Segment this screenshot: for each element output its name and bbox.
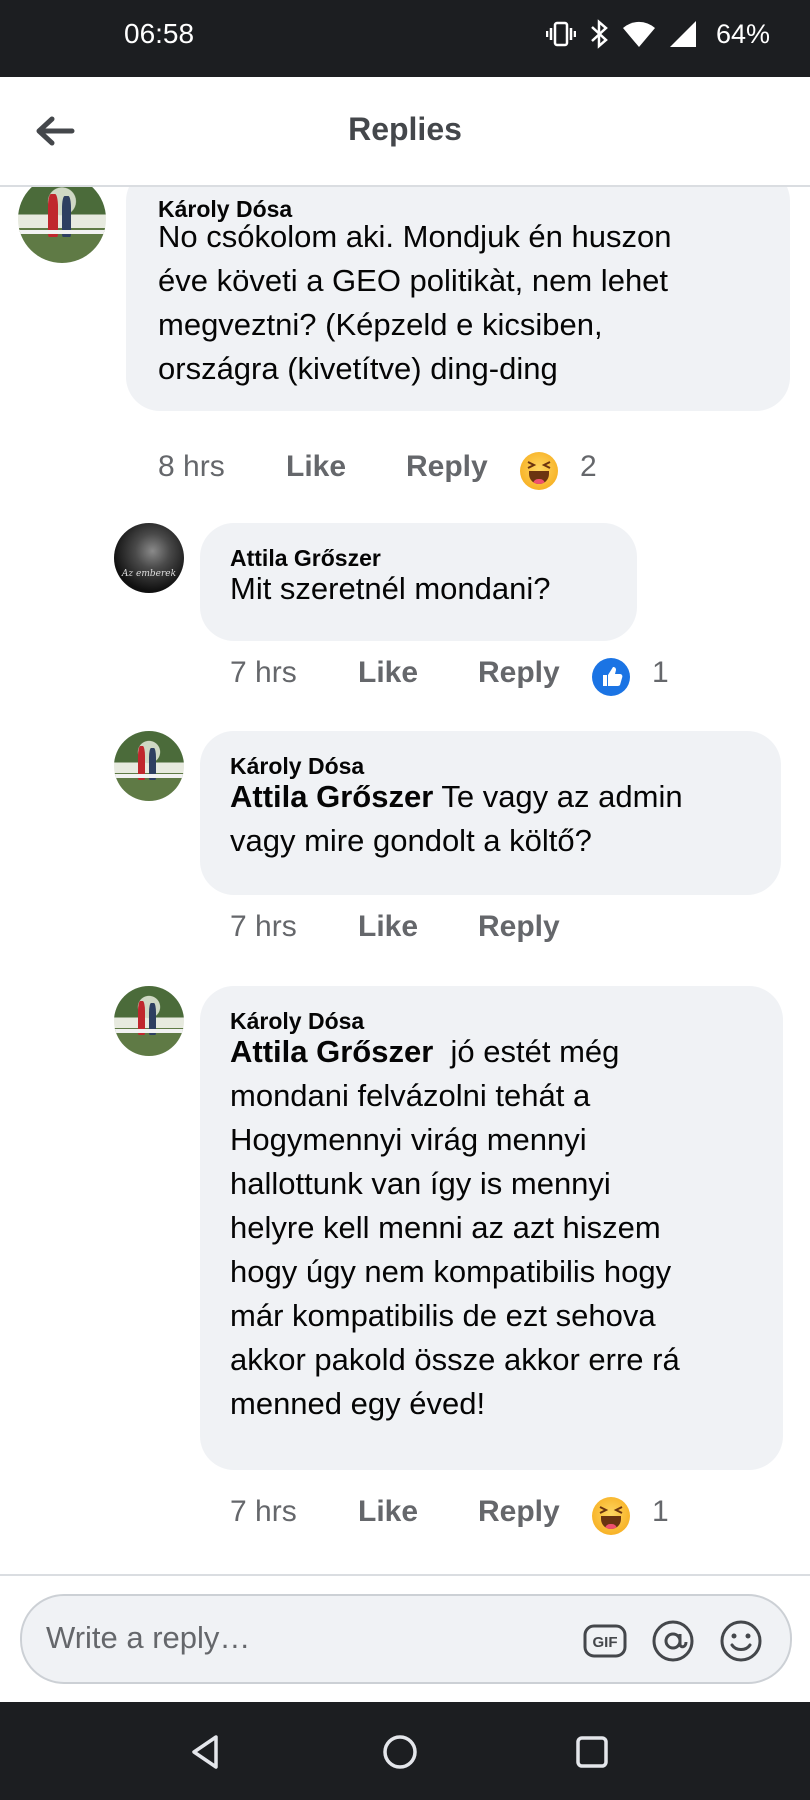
- reaction-count[interactable]: 2: [580, 450, 597, 484]
- reaction-count[interactable]: 1: [652, 1495, 669, 1529]
- comment-text: Attila Grőszer Te vagy az admin vagy mir…: [230, 775, 683, 863]
- wifi-icon: [622, 21, 655, 47]
- vibrate-icon: [545, 21, 576, 47]
- signal-icon: [669, 21, 696, 47]
- avatar[interactable]: [18, 187, 106, 263]
- comment-actions: 7 hrs Like Reply 1: [230, 1495, 790, 1539]
- like-button[interactable]: Like: [286, 450, 346, 484]
- comment-bubble[interactable]: Károly Dósa Attila Grőszer Te vagy az ad…: [200, 731, 781, 895]
- comment-bubble[interactable]: Attila Grőszer Mit szeretnél mondani?: [200, 523, 637, 641]
- mention-link[interactable]: Attila Grőszer: [230, 779, 433, 814]
- comment-actions: 8 hrs Like Reply 2: [158, 450, 758, 494]
- comment-line: No csókolom aki. Mondjuk én huszon: [158, 219, 672, 254]
- comment-line: hallottunk van így is mennyi: [230, 1166, 611, 1201]
- haha-reaction-icon[interactable]: [520, 452, 558, 490]
- avatar[interactable]: Az emberek: [114, 523, 184, 593]
- comment-line: már kompatibilis de ezt sehova: [230, 1298, 656, 1333]
- comment-line: helyre kell menni az azt hiszem: [230, 1210, 661, 1245]
- reply-composer: Write a reply… GIF: [0, 1574, 810, 1704]
- status-time: 06:58: [124, 18, 195, 49]
- battery-level: 64%: [715, 18, 770, 49]
- like-button[interactable]: Like: [358, 656, 418, 690]
- comment-actions: 7 hrs Like Reply: [230, 910, 790, 954]
- page-title: Replies: [348, 111, 462, 147]
- comment-line: Attila Grőszer jó estét még: [230, 1030, 680, 1074]
- comment-line: országra (kivetítve) ding-ding: [158, 351, 558, 386]
- mention-icon[interactable]: [650, 1618, 696, 1664]
- nav-home-icon[interactable]: [380, 1732, 420, 1772]
- comment-line: menned egy éved!: [230, 1386, 486, 1421]
- reply-thread: Károly Dósa No csókolom aki. Mondjuk én …: [0, 187, 810, 1572]
- comment-text: Mit szeretnél mondani?: [230, 567, 551, 611]
- comment-time: 7 hrs: [230, 1495, 297, 1528]
- comment-line-rest: jó estét még: [433, 1034, 620, 1069]
- comment-text: Attila Grőszer jó estét még mondani felv…: [230, 1030, 680, 1426]
- like-button[interactable]: Like: [358, 910, 418, 944]
- emoji-icon[interactable]: [718, 1618, 764, 1664]
- comment-line: vagy mire gondolt a költő?: [230, 823, 592, 858]
- reply-button[interactable]: Reply: [478, 910, 560, 944]
- comment-text: No csókolom aki. Mondjuk én huszon éve k…: [158, 215, 671, 391]
- avatar-caption: Az emberek: [121, 569, 177, 580]
- comment-line: akkor pakold össze akkor erre rá: [230, 1342, 680, 1377]
- comment-line: Attila Grőszer Te vagy az admin: [230, 775, 683, 819]
- like-button[interactable]: Like: [358, 1495, 418, 1529]
- comment-bubble[interactable]: Károly Dósa Attila Grőszer jó estét még …: [200, 986, 783, 1470]
- comment-line: Mit szeretnél mondani?: [230, 571, 551, 606]
- comment-line: éve követi a GEO politikàt, nem lehet: [158, 263, 669, 298]
- comment-line: hogy úgy nem kompatibilis hogy: [230, 1254, 672, 1289]
- svg-text:GIF: GIF: [593, 1634, 618, 1651]
- mention-link[interactable]: Attila Grőszer: [230, 1034, 433, 1069]
- comment-time: 7 hrs: [230, 910, 297, 943]
- comment-bubble[interactable]: Károly Dósa No csókolom aki. Mondjuk én …: [126, 187, 790, 411]
- reply-button[interactable]: Reply: [406, 450, 488, 484]
- haha-reaction-icon[interactable]: [592, 1497, 630, 1535]
- comment-line-rest: Te vagy az admin: [433, 779, 683, 814]
- reply-placeholder: Write a reply…: [46, 1620, 251, 1655]
- reply-button[interactable]: Reply: [478, 656, 560, 690]
- avatar[interactable]: [114, 986, 184, 1056]
- comment-line: mondani felvázolni tehát a: [230, 1078, 591, 1113]
- app-header: Replies: [0, 77, 810, 187]
- avatar[interactable]: [114, 731, 184, 801]
- nav-back-icon[interactable]: [186, 1732, 226, 1772]
- reaction-count[interactable]: 1: [652, 656, 669, 690]
- reply-button[interactable]: Reply: [478, 1495, 560, 1529]
- reply-input[interactable]: Write a reply… GIF: [20, 1594, 792, 1684]
- android-nav-bar: [0, 1702, 810, 1800]
- status-bar: 06:58 64%: [0, 0, 810, 77]
- comment-time: 8 hrs: [158, 450, 225, 483]
- comment-line: Hogymennyi virág mennyi: [230, 1122, 587, 1157]
- status-icons: 64%: [545, 14, 770, 54]
- gif-icon[interactable]: GIF: [582, 1618, 628, 1664]
- bluetooth-icon: [591, 19, 608, 49]
- comment-time: 7 hrs: [230, 656, 297, 689]
- nav-recents-icon[interactable]: [572, 1732, 612, 1772]
- like-reaction-icon[interactable]: [592, 658, 630, 696]
- comment-line: megveztni? (Képzeld e kicsiben,: [158, 307, 603, 342]
- comment-actions: 7 hrs Like Reply 1: [230, 656, 790, 700]
